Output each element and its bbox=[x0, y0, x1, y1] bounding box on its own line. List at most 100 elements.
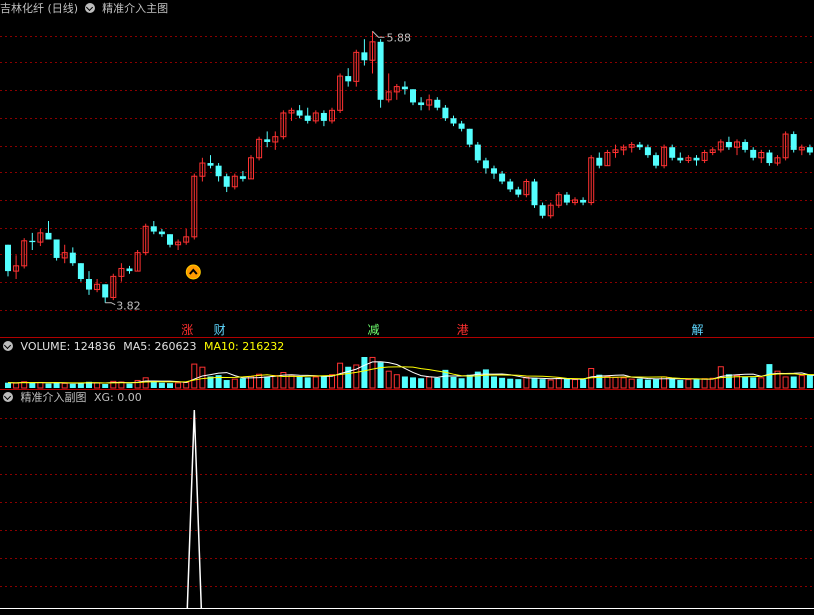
candle-body-down bbox=[750, 149, 757, 158]
candle-body-down bbox=[102, 284, 109, 298]
news-label: 涨 bbox=[181, 322, 193, 337]
volume-bar bbox=[61, 382, 68, 389]
volume-bar bbox=[191, 363, 198, 389]
volume-bar bbox=[604, 375, 611, 389]
volume-bar bbox=[669, 378, 676, 388]
ma5-label: MA5: 260623 bbox=[123, 340, 197, 353]
candle-body-down bbox=[207, 163, 214, 166]
candle-body-down bbox=[596, 157, 603, 166]
volume-bar bbox=[790, 376, 797, 388]
candle-body-down bbox=[345, 76, 352, 82]
candle-body-down bbox=[515, 189, 522, 195]
volume-bar bbox=[507, 378, 514, 388]
candle-body-down bbox=[69, 252, 76, 264]
candle-body-down bbox=[531, 181, 538, 206]
volume-bar bbox=[426, 376, 433, 389]
candle-body-down bbox=[458, 123, 465, 129]
low-price-label: 3.82 bbox=[116, 300, 141, 313]
volume-bar bbox=[709, 377, 716, 389]
volume-bar bbox=[798, 375, 805, 389]
volume-bar bbox=[13, 382, 20, 389]
volume-bar bbox=[377, 362, 384, 388]
volume-bar bbox=[636, 378, 643, 388]
indicator-menu-icon[interactable] bbox=[84, 3, 95, 13]
candle-body-down bbox=[264, 139, 271, 142]
candle-body-down bbox=[53, 239, 60, 258]
volume-bar bbox=[766, 364, 773, 388]
candle-body-down bbox=[150, 226, 157, 232]
chart-stage: 5.88 3.82 涨 财 减 港 解 吉林化纤 (日线) 精准介入主图 VOLUME: 1… bbox=[0, 0, 814, 611]
candle-body-down bbox=[434, 99, 441, 108]
volume-bar bbox=[547, 379, 554, 389]
volume-bar bbox=[434, 377, 441, 388]
volume-bar bbox=[239, 378, 246, 388]
volume-bar bbox=[725, 374, 732, 388]
volume-bar bbox=[539, 379, 546, 388]
volume-bar bbox=[94, 382, 101, 389]
volume-bar bbox=[223, 380, 230, 388]
volume-bar bbox=[167, 383, 173, 388]
volume-bar bbox=[199, 366, 206, 389]
candle-body-down bbox=[669, 147, 676, 158]
volume-bar bbox=[806, 374, 813, 388]
candle-body-down bbox=[677, 157, 684, 161]
sub-indicator-menu-icon[interactable] bbox=[3, 392, 13, 402]
volume-bar bbox=[410, 377, 416, 388]
volume-bar bbox=[580, 379, 587, 388]
volume-bar bbox=[393, 374, 400, 389]
candle-body-down bbox=[77, 263, 84, 280]
volume-bar bbox=[458, 378, 465, 388]
candle-body-down bbox=[45, 232, 52, 240]
volume-menu-icon[interactable] bbox=[3, 341, 13, 351]
volume-bar bbox=[734, 375, 740, 389]
candle-body-down bbox=[474, 144, 481, 161]
volume-bar bbox=[320, 376, 327, 388]
volume-bar bbox=[515, 379, 522, 388]
ma10-label: MA10: 216232 bbox=[203, 340, 285, 353]
candle-body-down bbox=[725, 141, 732, 148]
volume-bar bbox=[296, 376, 303, 388]
volume-bar bbox=[312, 376, 319, 389]
main-indicator-name[interactable]: 精准介入主图 bbox=[102, 2, 168, 15]
candle-body-down bbox=[296, 110, 303, 116]
candle-body-down bbox=[539, 205, 546, 216]
buy-marker-icon bbox=[185, 264, 201, 280]
volume-bar bbox=[175, 382, 182, 389]
candle-body-down bbox=[653, 155, 659, 166]
high-price-pointer bbox=[372, 30, 385, 38]
volume-bar bbox=[256, 373, 263, 389]
volume-bar bbox=[264, 376, 271, 388]
volume-bar bbox=[612, 376, 619, 389]
volume-bar bbox=[644, 379, 651, 388]
candle-body-down bbox=[320, 112, 327, 121]
volume-bar bbox=[750, 377, 757, 388]
volume-bar bbox=[555, 377, 562, 389]
volume-bar bbox=[158, 382, 165, 388]
volume-bar bbox=[531, 377, 538, 388]
news-label: 减 bbox=[368, 323, 380, 337]
sub-indicator-name[interactable]: 精准介入副图 bbox=[21, 391, 87, 404]
volume-bar bbox=[183, 381, 190, 389]
candle-body-down bbox=[5, 244, 11, 272]
volume-bar bbox=[620, 377, 627, 389]
xg-signal-spike bbox=[186, 409, 203, 609]
volume-bar bbox=[337, 362, 344, 389]
volume-bar bbox=[142, 377, 149, 389]
volume-bar bbox=[572, 379, 578, 389]
volume-bar bbox=[45, 383, 52, 388]
candle-body-down bbox=[442, 107, 449, 119]
volume-bar bbox=[5, 382, 11, 388]
volume-bar bbox=[345, 366, 352, 388]
candle-body-down bbox=[466, 128, 473, 145]
news-label: 解 bbox=[692, 323, 704, 337]
candle-body-down bbox=[563, 194, 570, 203]
volume-bar bbox=[304, 377, 311, 388]
volume-bar bbox=[126, 383, 133, 388]
volume-panel-header: VOLUME: 124836 MA5: 260623 MA10: 216232 bbox=[0, 338, 284, 356]
candle-body-down bbox=[766, 152, 773, 164]
candle-body-down bbox=[215, 165, 222, 177]
volume-bar bbox=[742, 376, 749, 388]
period-label: (日线) bbox=[47, 2, 79, 15]
volume-bar bbox=[701, 378, 708, 389]
volume-bar bbox=[782, 376, 789, 389]
